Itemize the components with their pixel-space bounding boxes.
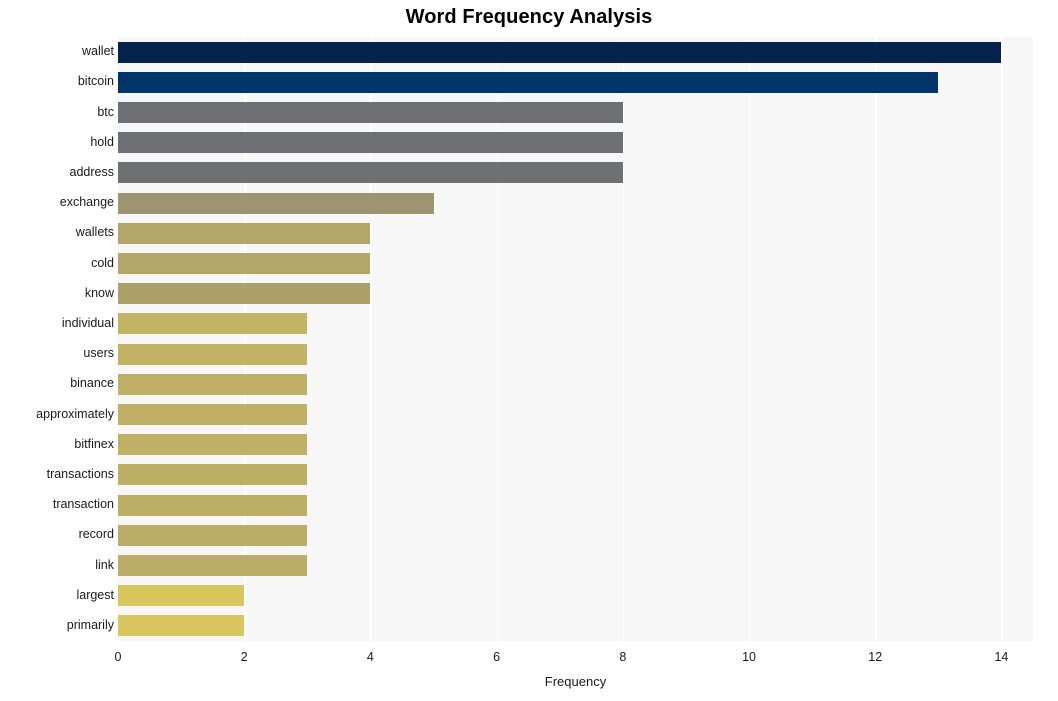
y-axis-label-address: address: [69, 164, 114, 179]
bar-bitfinex[interactable]: [118, 434, 308, 456]
bar-row: [118, 192, 1033, 214]
y-axis-category-labels: wallet bitcoin btc hold address exchange walle…: [0, 37, 114, 641]
bar-bitcoin[interactable]: [118, 71, 939, 93]
y-axis-label-primarily: primarily: [66, 617, 114, 632]
x-tick-12: 12: [868, 650, 883, 664]
x-tick-0: 0: [114, 650, 122, 664]
x-tick-4: 4: [366, 650, 374, 664]
bar-row: [118, 162, 1033, 184]
bar-wallet[interactable]: [118, 41, 1002, 63]
bar-address[interactable]: [118, 162, 623, 184]
y-axis-label-bitfinex: bitfinex: [74, 436, 114, 451]
bar-exchange[interactable]: [118, 192, 434, 214]
y-axis-label-hold: hold: [90, 134, 114, 149]
bar-know[interactable]: [118, 283, 371, 305]
bar-row: [118, 222, 1033, 244]
bar-row: [118, 615, 1033, 637]
bar-approximately[interactable]: [118, 403, 308, 426]
bar-row: [118, 132, 1033, 154]
y-axis-label-exchange: exchange: [59, 195, 114, 210]
x-tick-6: 6: [493, 650, 501, 664]
bar-users[interactable]: [118, 343, 308, 365]
bar-cold[interactable]: [118, 252, 371, 275]
plot-area: [118, 37, 1033, 641]
bar-row: [118, 554, 1033, 577]
x-axis-title: Frequency: [544, 674, 607, 689]
y-axis-label-bitcoin: bitcoin: [77, 74, 114, 89]
y-axis-label-btc: btc: [97, 104, 114, 119]
bar-row: [118, 283, 1033, 305]
bar-hold[interactable]: [118, 132, 623, 154]
y-axis-label-transaction: transaction: [52, 497, 114, 512]
bar-btc[interactable]: [118, 101, 623, 124]
bar-row: [118, 464, 1033, 486]
y-axis-label-individual: individual: [61, 315, 114, 330]
bar-row: [118, 343, 1033, 365]
bar-individual[interactable]: [118, 313, 308, 335]
y-axis-label-know: know: [84, 285, 114, 300]
x-tick-14: 14: [994, 650, 1009, 664]
y-axis-label-users: users: [83, 346, 114, 361]
bar-row: [118, 252, 1033, 275]
bar-row: [118, 41, 1033, 63]
bar-row: [118, 585, 1033, 607]
y-axis-label-wallets: wallets: [75, 225, 114, 240]
y-axis-label-cold: cold: [91, 255, 114, 270]
y-axis-label-transactions: transactions: [46, 466, 114, 481]
bar-record[interactable]: [118, 524, 308, 546]
y-axis-label-binance: binance: [70, 376, 114, 391]
bar-row: [118, 403, 1033, 426]
bar-binance[interactable]: [118, 373, 308, 395]
bar-row: [118, 373, 1033, 395]
bar-largest[interactable]: [118, 585, 245, 607]
bar-row: [118, 101, 1033, 124]
x-axis-tick-labels: 0 2 4 6 8 10 12 14: [0, 641, 1058, 671]
bar-transactions[interactable]: [118, 464, 308, 486]
bar-primarily[interactable]: [118, 615, 245, 637]
bar-wallets[interactable]: [118, 222, 371, 244]
chart-title: Word Frequency Analysis: [405, 6, 653, 28]
bar-row: [118, 524, 1033, 546]
y-axis-label-approximately: approximately: [36, 406, 114, 421]
bar-row: [118, 494, 1033, 516]
y-axis-label-record: record: [78, 527, 114, 542]
word-frequency-chart-figure: Word Frequency Analysis wallet bitcoin btc…: [0, 0, 1058, 701]
bars-container: [118, 37, 1033, 641]
bar-transaction[interactable]: [118, 494, 308, 516]
y-axis-label-wallet: wallet: [82, 44, 114, 59]
bar-link[interactable]: [118, 554, 308, 577]
bar-row: [118, 434, 1033, 456]
x-tick-2: 2: [240, 650, 248, 664]
x-tick-8: 8: [619, 650, 627, 664]
y-axis-label-largest: largest: [76, 587, 114, 602]
bar-row: [118, 71, 1033, 93]
x-tick-10: 10: [742, 650, 756, 664]
bar-row: [118, 313, 1033, 335]
y-axis-label-link: link: [95, 557, 114, 572]
